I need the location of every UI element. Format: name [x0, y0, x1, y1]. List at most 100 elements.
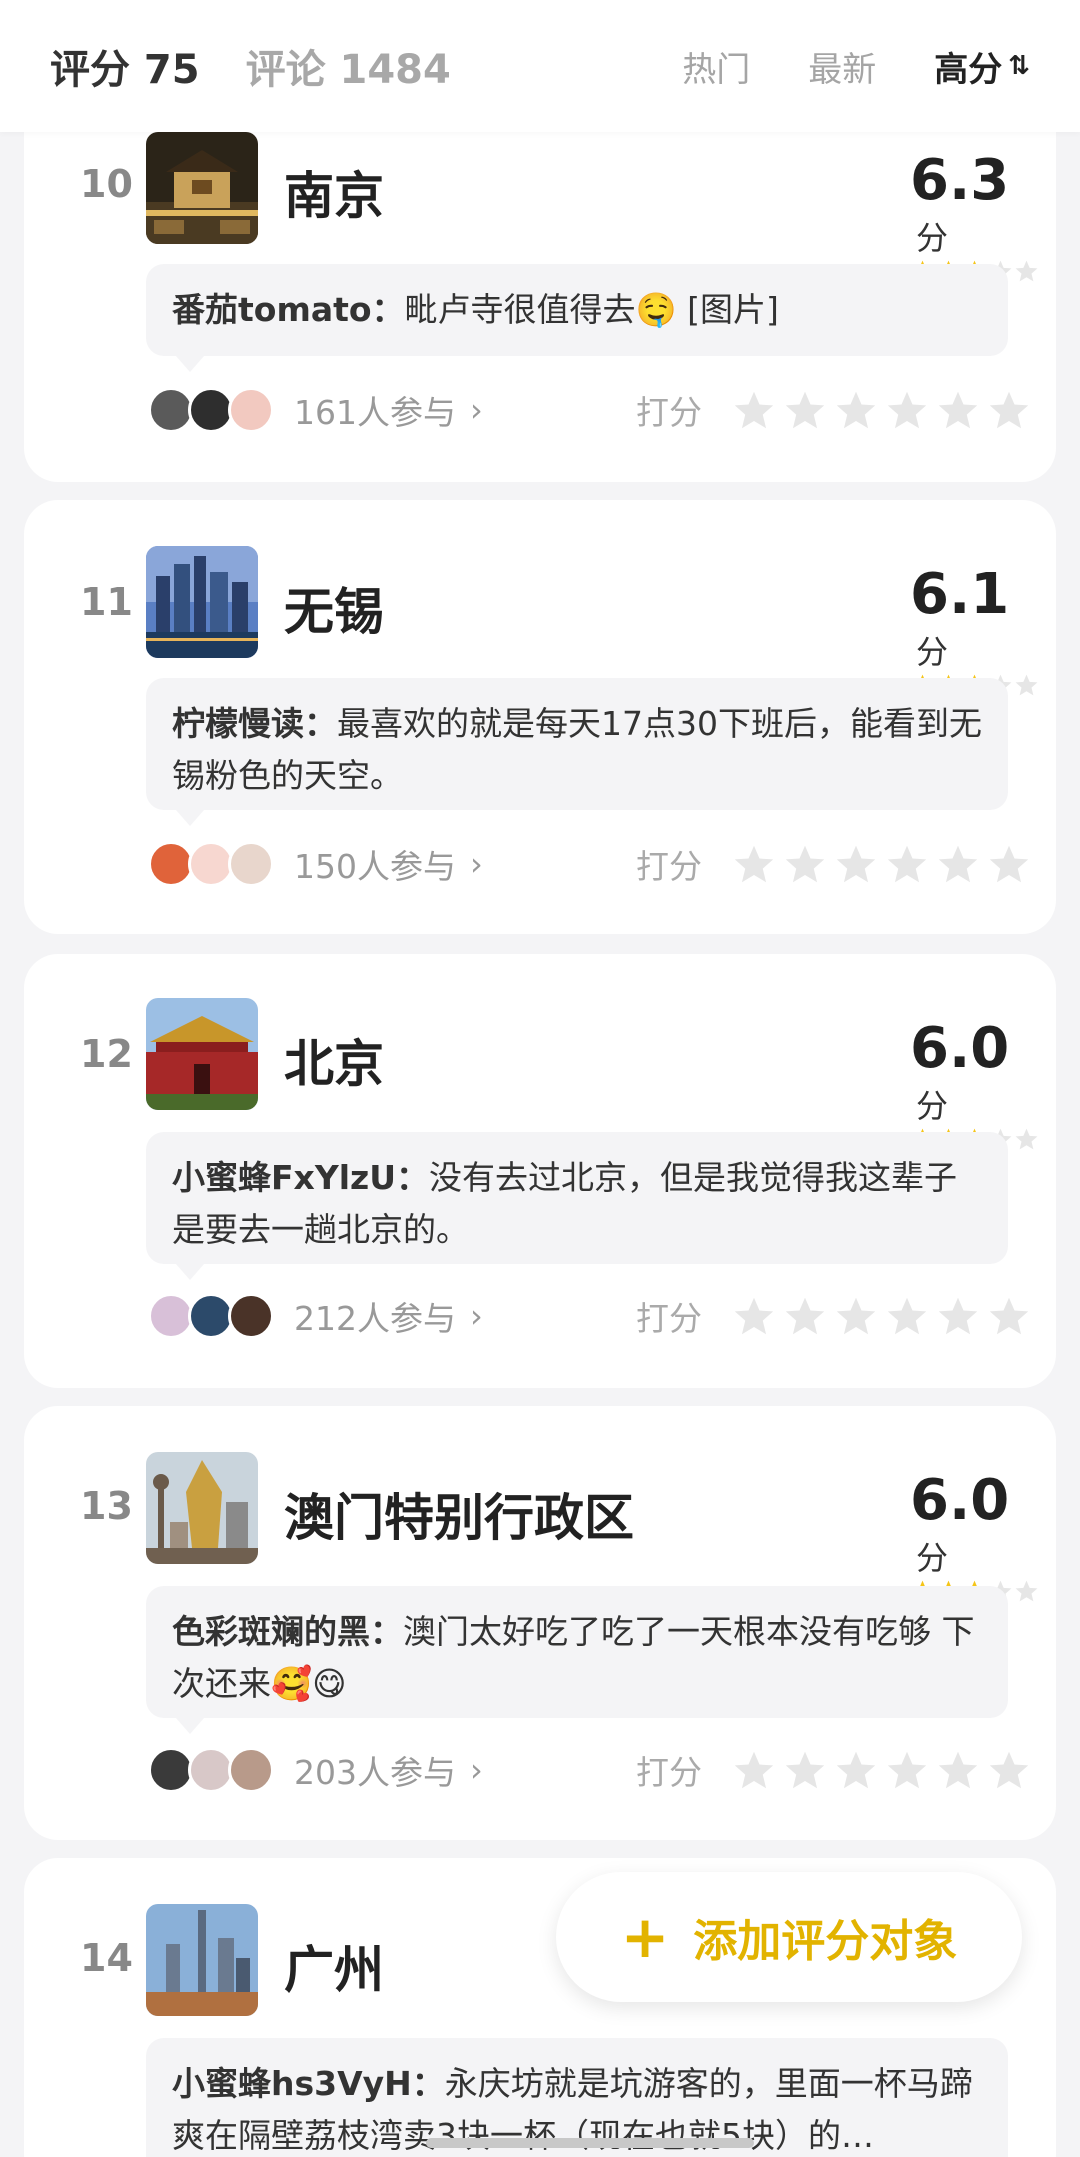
rate-star-icon[interactable]: [732, 843, 776, 885]
header-bar: 评分 75 评论 1484 热门 最新 高分 ⇅: [0, 0, 1080, 132]
rate-star-icon[interactable]: [732, 1749, 776, 1791]
comment-user[interactable]: 小蜜蜂FxYlzU：: [172, 1158, 429, 1197]
comment-tail: [176, 1718, 204, 1734]
participant-avatars[interactable]: [148, 387, 274, 433]
comment-tail: [176, 1264, 204, 1280]
sort-high[interactable]: 高分: [934, 42, 1002, 91]
rate-star-icon[interactable]: [987, 1749, 1031, 1791]
score-tab[interactable]: 评分 75: [50, 37, 200, 95]
top-comment[interactable]: 小蜜蜂FxYlzU：没有去过北京，但是我觉得我这辈子是要去一趟北京的。: [146, 1132, 1008, 1280]
comment-user[interactable]: 色彩斑斓的黑：: [172, 1612, 403, 1651]
star-empty-icon: [1015, 1580, 1038, 1602]
avatar: [228, 387, 274, 433]
score-unit: 分: [916, 1087, 949, 1125]
comment-user[interactable]: 番茄tomato：: [172, 290, 405, 329]
city-thumbnail[interactable]: [146, 998, 258, 1110]
top-comment[interactable]: 色彩斑斓的黑：澳门太好吃了吃了一天根本没有吃够 下次还来🥰😋: [146, 1586, 1008, 1734]
card-footer: 161人参与 › 打分: [148, 382, 1029, 438]
rate-star-icon[interactable]: [834, 843, 878, 885]
rate-star-icon[interactable]: [936, 843, 980, 885]
rate-star-icon[interactable]: [885, 1749, 929, 1791]
rate-label: 打分: [636, 1753, 702, 1792]
participant-avatars[interactable]: [148, 841, 274, 887]
score-unit: 分: [916, 1539, 949, 1577]
participant-count[interactable]: 161人参与: [294, 386, 456, 434]
rate-star-icon[interactable]: [783, 1295, 827, 1337]
rate-star-icon[interactable]: [885, 389, 929, 431]
rate-star-icon[interactable]: [732, 389, 776, 431]
rate-star-icon[interactable]: [834, 389, 878, 431]
city-name[interactable]: 北京: [284, 1024, 384, 1096]
top-comment[interactable]: 番茄tomato：毗卢寺很值得去🤤 [图片]: [146, 264, 1008, 372]
rate-star-icon[interactable]: [936, 389, 980, 431]
city-name[interactable]: 澳门特别行政区: [284, 1478, 634, 1550]
avatar: [228, 1747, 274, 1793]
score-unit: 分: [916, 219, 949, 257]
score-block: 6.1 分: [910, 562, 1040, 697]
rate-stars[interactable]: [732, 1749, 1038, 1791]
comment-image-tag: [图片]: [676, 290, 779, 329]
comment-user[interactable]: 柠檬慢读：: [172, 704, 337, 743]
sort-new[interactable]: 最新: [808, 42, 876, 91]
rate-star-icon[interactable]: [987, 1295, 1031, 1337]
comment-emoji: 🤤: [635, 290, 677, 329]
city-thumbnail[interactable]: [146, 546, 258, 658]
rate-label: 打分: [636, 847, 702, 886]
rate-star-icon[interactable]: [885, 1295, 929, 1337]
rate-label: 打分: [636, 393, 702, 432]
comment-user[interactable]: 小蜜蜂hs3VyH：: [172, 2064, 445, 2103]
participant-avatars[interactable]: [148, 1747, 274, 1793]
rate-star-icon[interactable]: [885, 843, 929, 885]
participant-count[interactable]: 203人参与: [294, 1746, 456, 1794]
score-block: 6.0 分: [910, 1016, 1040, 1151]
card-footer: 212人参与 › 打分: [148, 1288, 1029, 1344]
city-name[interactable]: 南京: [284, 156, 384, 228]
star-empty-icon: [1015, 1128, 1038, 1150]
chevron-right-icon[interactable]: ›: [470, 845, 483, 883]
rate-stars[interactable]: [732, 843, 1038, 885]
home-indicator[interactable]: [426, 2138, 754, 2148]
score-unit: 分: [916, 633, 949, 671]
add-rating-object-button[interactable]: + 添加评分对象: [556, 1872, 1022, 2002]
rate-star-icon[interactable]: [987, 843, 1031, 885]
comment-tail: [176, 810, 204, 826]
rate-star-icon[interactable]: [783, 843, 827, 885]
participant-count[interactable]: 212人参与: [294, 1292, 456, 1340]
city-thumbnail[interactable]: [146, 1452, 258, 1564]
chevron-right-icon[interactable]: ›: [470, 391, 483, 429]
plus-icon: +: [620, 1903, 670, 1971]
rate-stars[interactable]: [732, 1295, 1038, 1337]
city-thumbnail[interactable]: [146, 1904, 258, 2016]
sort-options: 热门 最新 高分 ⇅: [624, 42, 1030, 91]
city-name[interactable]: 广州: [284, 1930, 384, 2002]
rate-star-icon[interactable]: [834, 1295, 878, 1337]
avatar: [228, 841, 274, 887]
star-empty-icon: [1015, 260, 1038, 282]
rate-star-icon[interactable]: [834, 1749, 878, 1791]
card-footer: 150人参与 › 打分: [148, 836, 1029, 892]
rate-star-icon[interactable]: [783, 1749, 827, 1791]
rate-star-icon[interactable]: [936, 1749, 980, 1791]
sort-toggle-icon[interactable]: ⇅: [1008, 51, 1030, 81]
score-value: 6.0: [910, 1468, 1010, 1533]
score-value: 6.3: [910, 148, 1010, 213]
rate-star-icon[interactable]: [783, 389, 827, 431]
city-name[interactable]: 无锡: [284, 572, 384, 644]
comment-tail: [176, 356, 204, 372]
avatar: [228, 1293, 274, 1339]
participant-count[interactable]: 150人参与: [294, 840, 456, 888]
top-comment[interactable]: 柠檬慢读：最喜欢的就是每天17点30下班后，能看到无锡粉色的天空。: [146, 678, 1008, 826]
participant-avatars[interactable]: [148, 1293, 274, 1339]
rate-stars[interactable]: [732, 389, 1038, 431]
chevron-right-icon[interactable]: ›: [470, 1297, 483, 1335]
rate-star-icon[interactable]: [987, 389, 1031, 431]
sort-hot[interactable]: 热门: [682, 42, 750, 91]
score-block: 6.3 分: [910, 148, 1040, 283]
chevron-right-icon[interactable]: ›: [470, 1751, 483, 1789]
score-block: 6.0 分: [910, 1468, 1040, 1603]
star-empty-icon: [1015, 674, 1038, 696]
rate-star-icon[interactable]: [936, 1295, 980, 1337]
city-thumbnail[interactable]: [146, 132, 258, 244]
rate-star-icon[interactable]: [732, 1295, 776, 1337]
comment-tab[interactable]: 评论 1484: [246, 37, 451, 95]
